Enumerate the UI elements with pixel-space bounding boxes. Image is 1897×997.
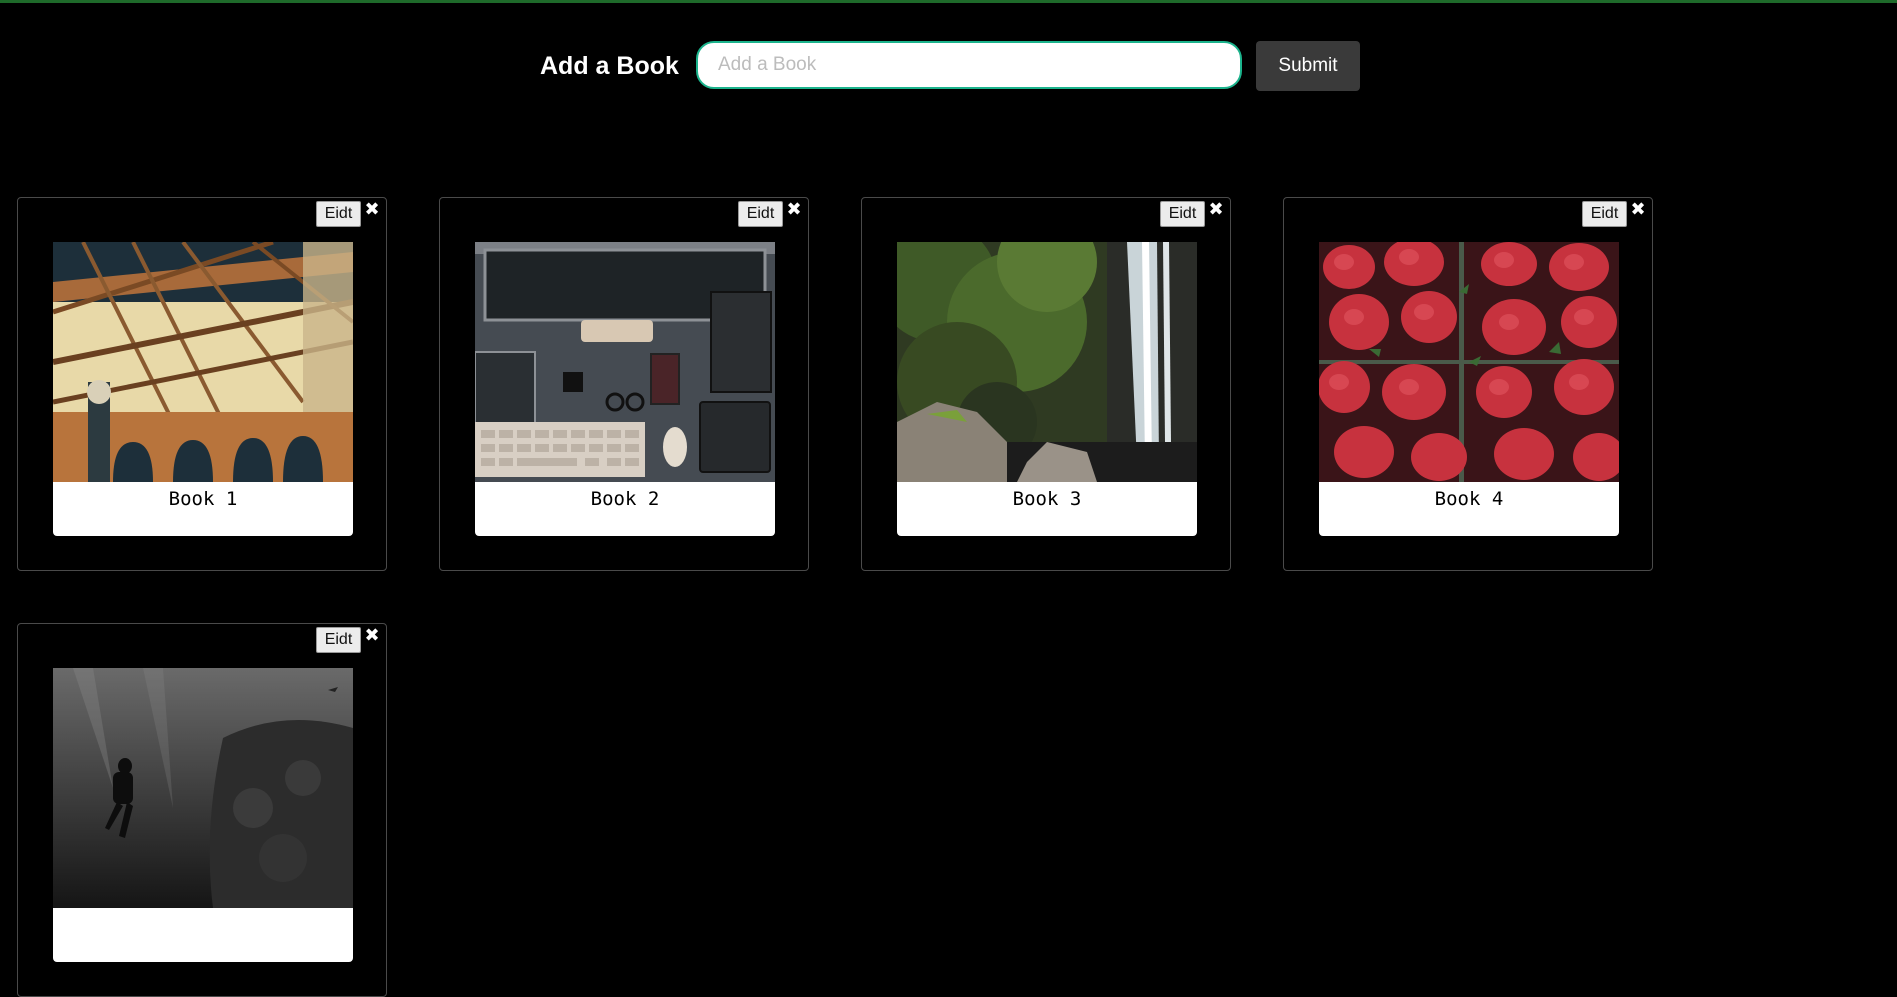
book-label-box: Book 4: [1319, 482, 1619, 536]
edit-button[interactable]: Eidt: [738, 201, 783, 227]
book-cover-image: [475, 242, 775, 482]
book-label-box: [53, 908, 353, 962]
book-card: Eidt ✖ Book 3: [861, 197, 1231, 571]
add-book-input[interactable]: [696, 41, 1242, 89]
close-icon[interactable]: ✖: [364, 201, 380, 219]
book-label-box: Book 2: [475, 482, 775, 536]
book-card: Eidt ✖ Book 1: [17, 197, 387, 571]
edit-button[interactable]: Eidt: [1160, 201, 1205, 227]
book-card: Eidt ✖ Book 4: [1283, 197, 1653, 571]
submit-button[interactable]: Submit: [1256, 41, 1360, 91]
close-icon[interactable]: ✖: [1630, 201, 1646, 219]
book-title: Book 3: [1012, 488, 1082, 510]
add-book-bar: Add a Book Submit: [0, 0, 1897, 120]
edit-button[interactable]: Eidt: [316, 201, 361, 227]
edit-button[interactable]: Eidt: [1582, 201, 1627, 227]
book-label-box: Book 3: [897, 482, 1197, 536]
book-title: Book 1: [168, 488, 238, 510]
book-card: Eidt ✖: [17, 623, 387, 997]
book-title: Book 4: [1434, 488, 1504, 510]
book-card: Eidt ✖ Book 2: [439, 197, 809, 571]
add-book-title: Add a Book: [540, 52, 679, 80]
book-cover-image: [897, 242, 1197, 482]
book-title: Book 2: [590, 488, 660, 510]
book-cover-image: [53, 668, 353, 908]
close-icon[interactable]: ✖: [786, 201, 802, 219]
book-cover-image: [1319, 242, 1619, 482]
book-label-box: Book 1: [53, 482, 353, 536]
book-cover-image: [53, 242, 353, 482]
close-icon[interactable]: ✖: [1208, 201, 1224, 219]
close-icon[interactable]: ✖: [364, 627, 380, 645]
edit-button[interactable]: Eidt: [316, 627, 361, 653]
